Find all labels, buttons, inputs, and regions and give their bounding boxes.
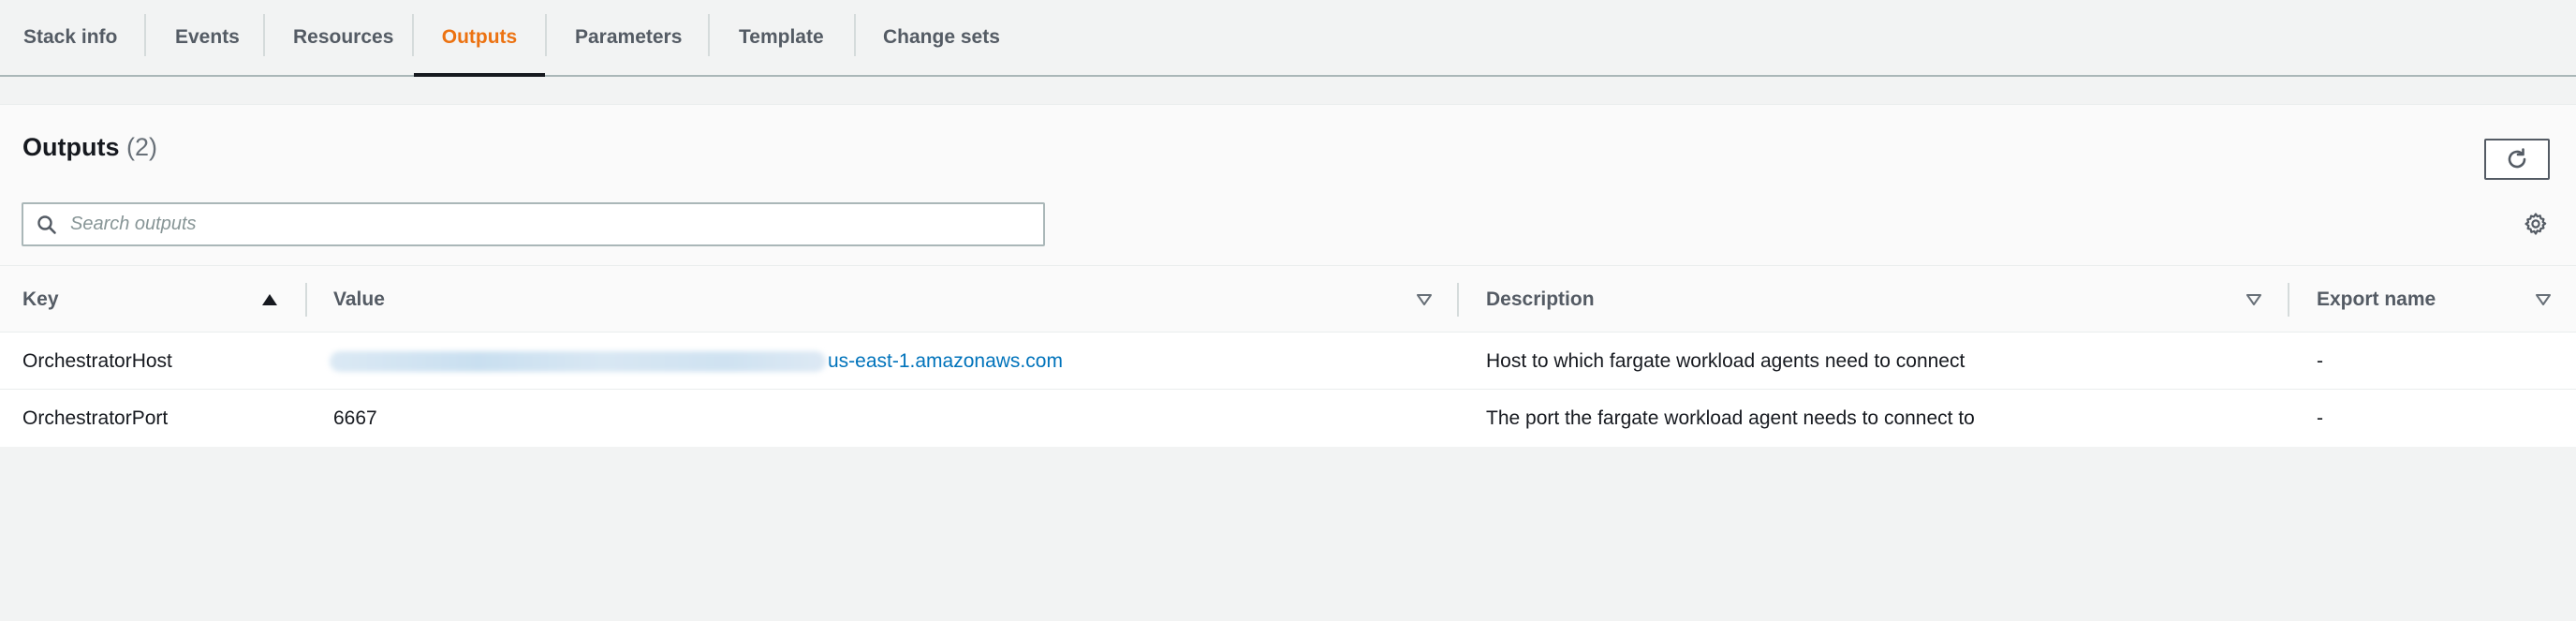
table-row: OrchestratorHost us-east-1.amazonaws.com…	[0, 333, 2576, 390]
outputs-panel: Outputs (2) Search outputs Key Value Des…	[0, 104, 2576, 447]
tab-divider	[708, 14, 710, 56]
output-value[interactable]: us-east-1.amazonaws.com	[330, 333, 1063, 390]
tab-label: Template	[739, 26, 824, 48]
column-label: Value	[333, 288, 385, 310]
column-label: Description	[1486, 288, 1595, 310]
tab-template[interactable]: Template	[739, 0, 824, 75]
panel-header: Outputs (2)	[0, 104, 2576, 265]
refresh-icon	[2508, 148, 2526, 169]
output-export-name: -	[2317, 350, 2323, 372]
tab-stack-info[interactable]: Stack info	[23, 0, 117, 75]
sort-ascending-icon[interactable]	[261, 266, 278, 333]
sort-icon[interactable]	[2245, 266, 2262, 333]
tab-bar: Stack info Events Resources Outputs Para…	[0, 0, 2576, 77]
tab-label: Outputs	[441, 26, 518, 48]
column-label: Export name	[2317, 288, 2436, 310]
output-key: OrchestratorPort	[22, 407, 169, 429]
redacted-value	[330, 351, 826, 372]
tab-label: Resources	[293, 26, 394, 48]
tab-divider	[545, 14, 547, 56]
tab-events[interactable]: Events	[175, 0, 240, 75]
search-box[interactable]	[22, 202, 1045, 246]
tab-divider	[263, 14, 265, 56]
column-divider	[2288, 283, 2289, 317]
tab-resources[interactable]: Resources	[293, 0, 393, 75]
search-input[interactable]	[70, 214, 1043, 235]
output-value-link[interactable]: us-east-1.amazonaws.com	[828, 350, 1063, 373]
column-divider	[1457, 283, 1459, 317]
sort-icon[interactable]	[1416, 266, 1433, 333]
output-description: Host to which fargate workload agents ne…	[1486, 350, 1965, 372]
refresh-button[interactable]	[2484, 139, 2550, 180]
tab-parameters[interactable]: Parameters	[575, 0, 682, 75]
tab-divider	[854, 14, 856, 56]
column-label: Key	[22, 288, 59, 310]
output-export-name: -	[2317, 407, 2323, 429]
column-header-description[interactable]: Description	[1486, 266, 1595, 333]
output-key: OrchestratorHost	[22, 350, 172, 372]
column-header-value[interactable]: Value	[333, 266, 385, 333]
tab-change-sets[interactable]: Change sets	[883, 0, 1000, 75]
table-row: OrchestratorPort 6667 The port the farga…	[0, 391, 2576, 447]
preferences-button[interactable]	[2522, 210, 2550, 238]
tab-label: Change sets	[883, 26, 1000, 48]
column-divider	[305, 283, 307, 317]
output-value: 6667	[333, 407, 377, 429]
table-header: Key Value Description Export name	[0, 265, 2576, 333]
panel-title: Outputs (2)	[22, 133, 157, 162]
gear-icon	[2524, 213, 2547, 235]
tab-divider	[144, 14, 146, 56]
column-header-export-name[interactable]: Export name	[2317, 266, 2436, 333]
tab-label: Events	[175, 26, 240, 48]
tab-outputs[interactable]: Outputs	[414, 0, 545, 77]
output-description: The port the fargate workload agent need…	[1486, 407, 1975, 429]
tab-label: Parameters	[575, 26, 683, 48]
tab-label: Stack info	[23, 26, 118, 48]
column-header-key[interactable]: Key	[22, 266, 59, 333]
sort-icon[interactable]	[2535, 266, 2552, 333]
search-icon	[23, 204, 70, 244]
outputs-count: (2)	[126, 133, 157, 161]
panel-title-text: Outputs	[22, 133, 120, 161]
